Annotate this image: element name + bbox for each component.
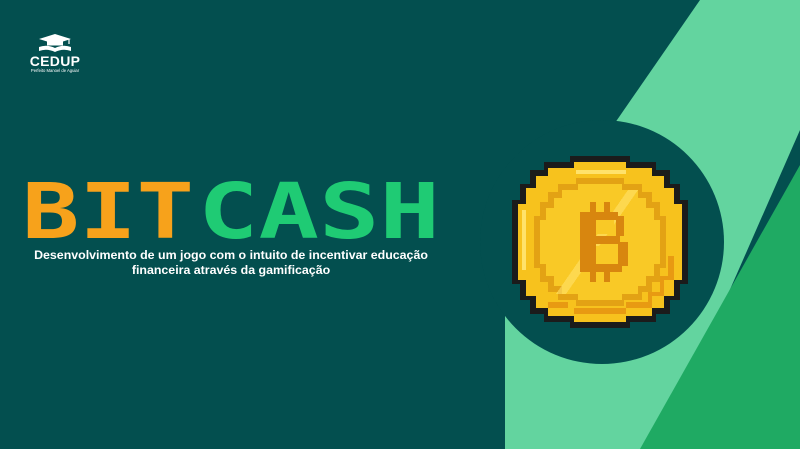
bitcoin-coin-icon [512, 156, 688, 328]
subtitle-line-2: financeira através da gamificação [131, 262, 331, 277]
bitcash-title: BIT CASH [22, 180, 440, 242]
logo-name: CEDUP [29, 53, 81, 69]
cedup-logo: CEDUP Perfeito Manoel de Aguiar [20, 33, 90, 74]
graduation-cap-book-icon [39, 34, 71, 52]
subtitle: Desenvolvimento de um jogo com o intuito… [16, 248, 446, 277]
subtitle-line-1: Desenvolvimento de um jogo com o intuito… [34, 248, 428, 262]
title-bit: BIT [22, 180, 194, 242]
coin-highlight-top [576, 170, 626, 174]
coin-highlight-left [522, 210, 526, 270]
title-cash: CASH [198, 180, 440, 242]
